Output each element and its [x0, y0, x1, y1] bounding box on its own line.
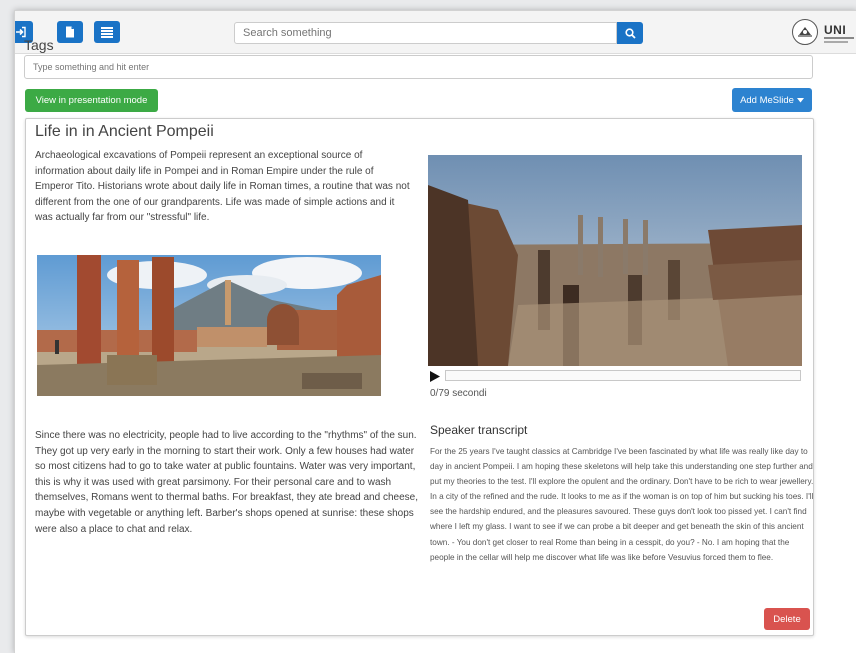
delete-button[interactable]: Delete [764, 608, 810, 630]
new-file-button[interactable] [57, 21, 83, 43]
video-frame-graphic [428, 155, 802, 366]
video-player-controls [430, 370, 802, 383]
video-progress-bar[interactable] [445, 370, 801, 381]
university-logo [792, 19, 818, 45]
list-icon [101, 26, 113, 38]
forum-photo [37, 255, 381, 396]
add-meslide-button[interactable]: Add MeSlide [732, 88, 812, 112]
play-icon[interactable] [430, 371, 440, 382]
file-icon [66, 26, 74, 38]
delete-label: Delete [773, 613, 801, 625]
presentation-mode-button[interactable]: View in presentation mode [25, 89, 158, 112]
search-input[interactable] [234, 22, 617, 44]
video-time: 0/79 secondi [430, 388, 487, 399]
seal-icon [798, 27, 812, 37]
video-frame[interactable] [428, 155, 802, 366]
top-toolbar: UNI [15, 11, 856, 54]
slide-paragraph-1: Archaeological excavations of Pompeii re… [35, 150, 410, 224]
list-button[interactable] [94, 21, 120, 43]
logo-subline-2 [824, 41, 848, 43]
caret-down-icon [796, 97, 804, 102]
search-icon [624, 27, 636, 39]
tags-input[interactable] [24, 55, 813, 79]
logo-text: UNI [824, 23, 847, 37]
slide-title: Life in in Ancient Pompeii [35, 123, 214, 140]
tags-label: Tags [24, 37, 54, 53]
forum-photo-graphic [37, 255, 381, 396]
search-button[interactable] [617, 22, 643, 44]
slide-paragraph-2: Since there was no electricity, people h… [35, 430, 418, 535]
transcript-text: For the 25 years I've taught classics at… [430, 447, 814, 562]
transcript-title: Speaker transcript [430, 423, 528, 437]
presentation-mode-label: View in presentation mode [35, 95, 148, 106]
add-meslide-label: Add MeSlide [740, 94, 794, 106]
logo-subline [824, 37, 854, 39]
